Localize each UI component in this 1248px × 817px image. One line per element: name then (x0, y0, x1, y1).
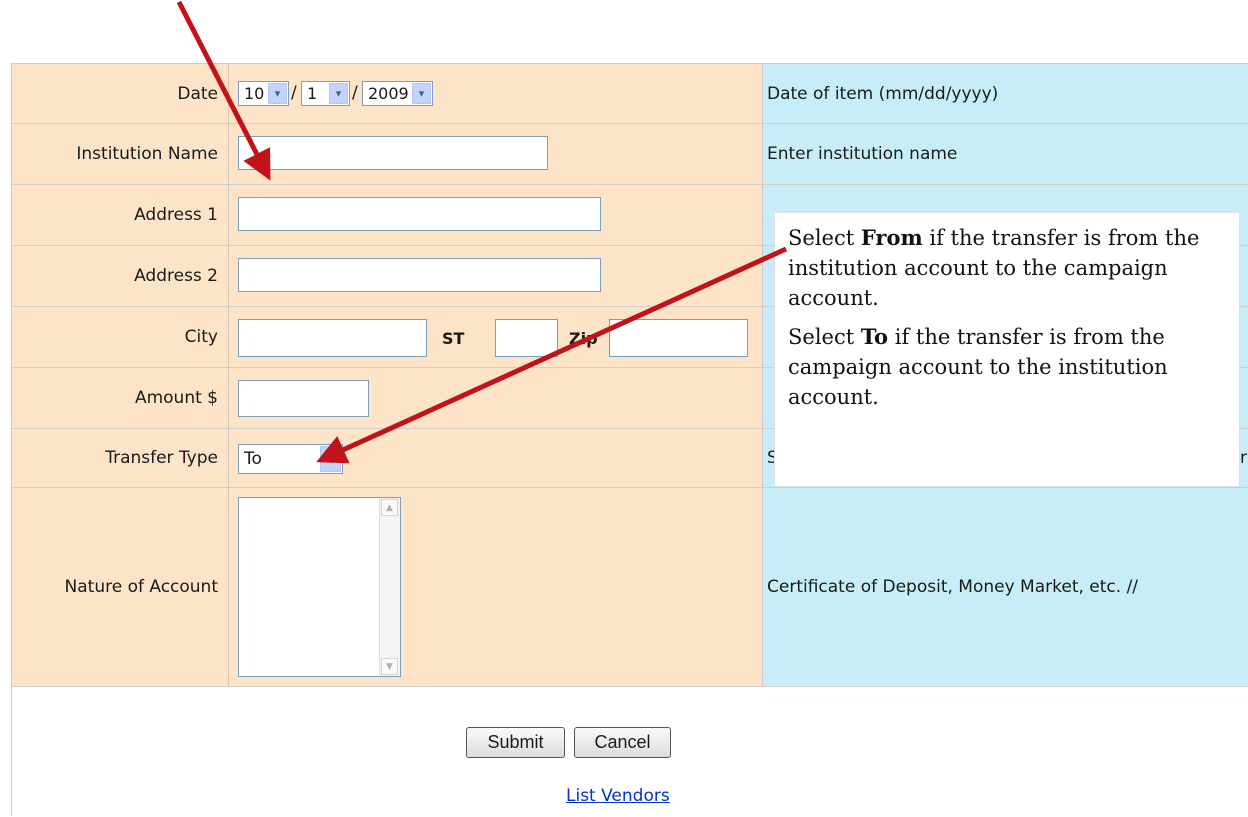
arrow-to-institution-name (176, 0, 271, 181)
annotation-arrows (176, 0, 788, 464)
arrow-to-transfer-type (316, 246, 788, 464)
